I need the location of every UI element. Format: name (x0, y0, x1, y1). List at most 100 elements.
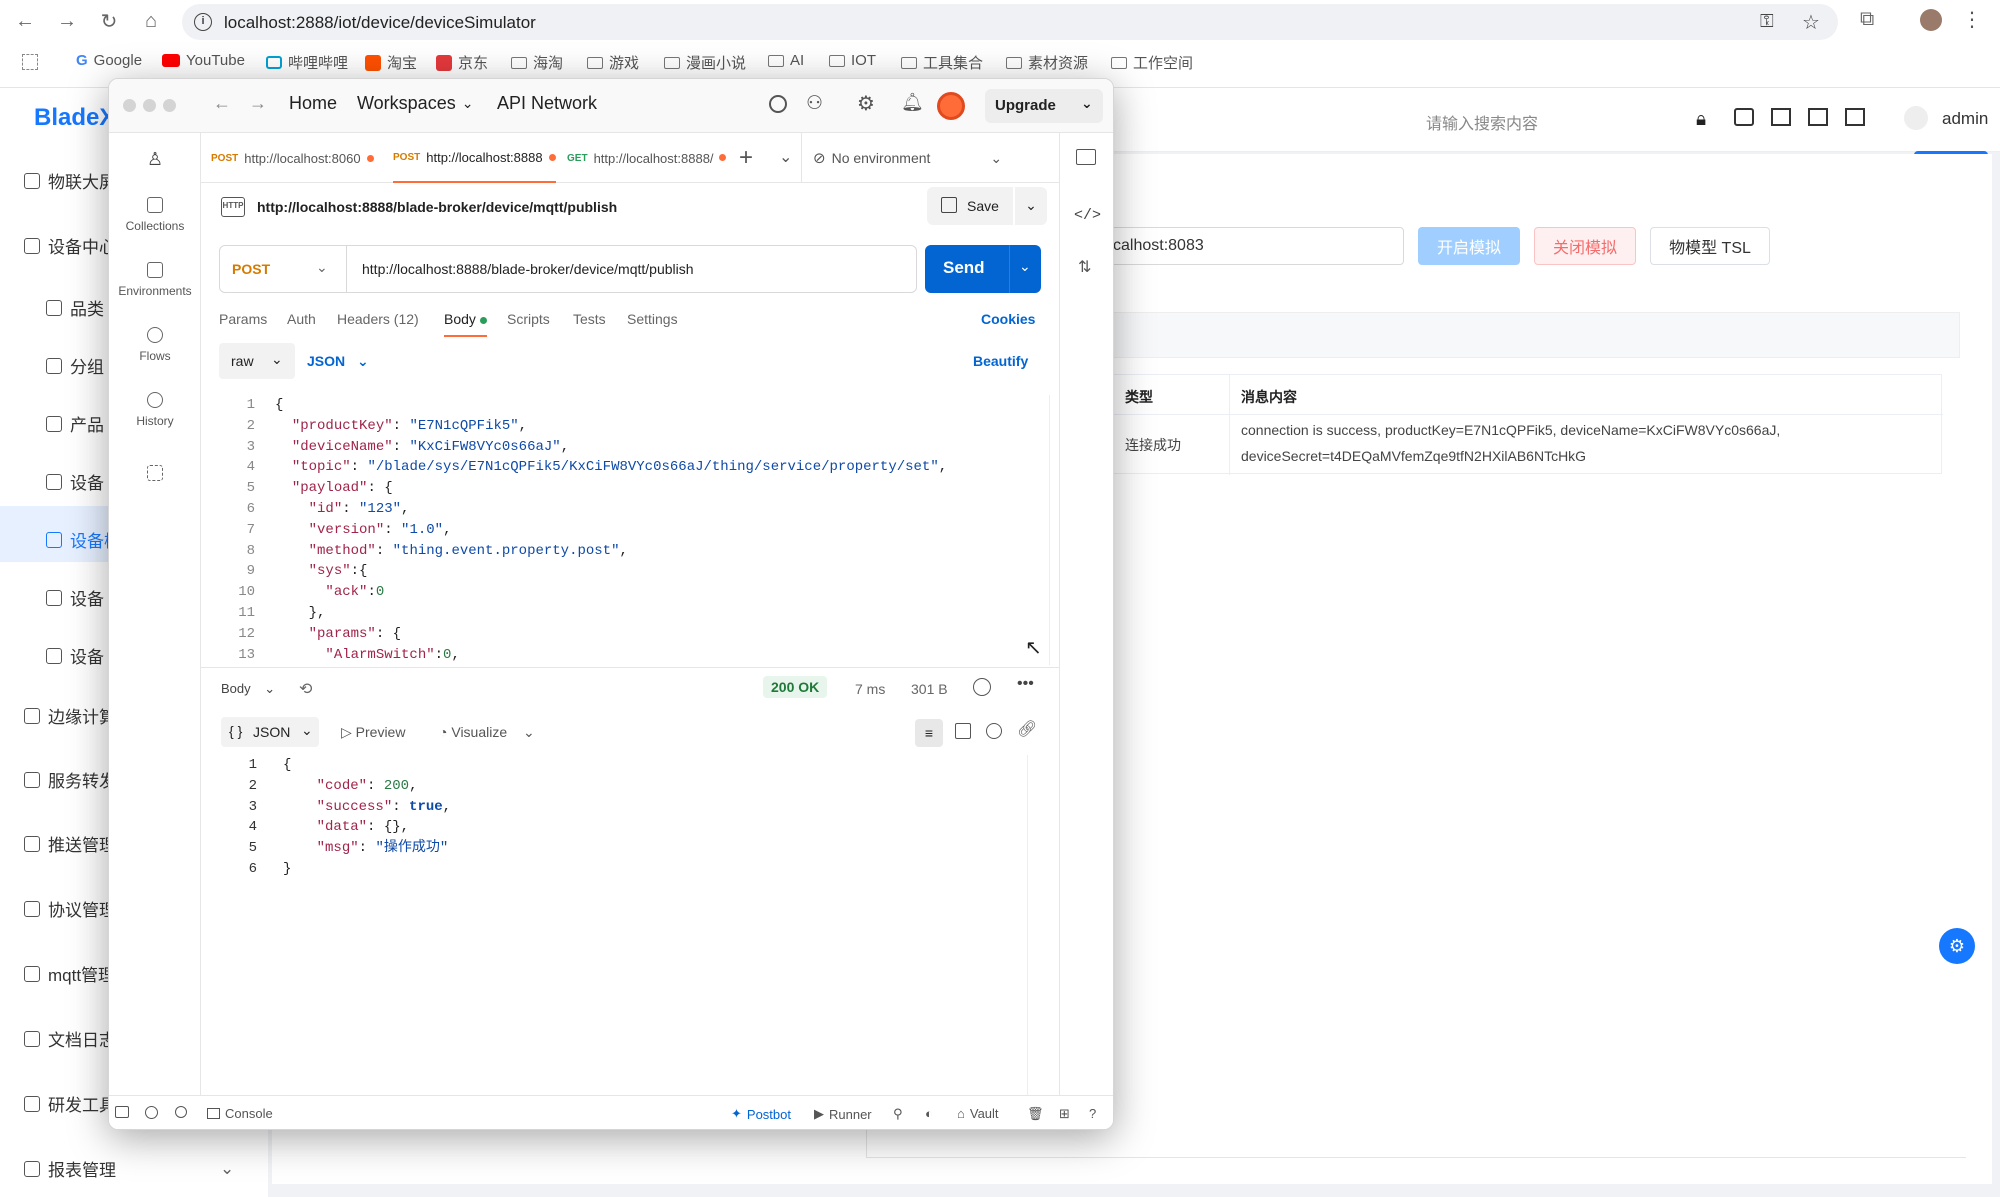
tsl-button[interactable]: 物模型 TSL (1650, 227, 1770, 265)
theme-icon[interactable] (1734, 108, 1754, 126)
sidebar-toggle-icon[interactable] (115, 1106, 129, 1118)
sidebar-item-edge[interactable]: 边缘计算 (24, 703, 116, 728)
cookie-icon[interactable]: ◐ (925, 1106, 933, 1121)
code-line[interactable]: "productKey": "E7N1cQPFik5", (275, 416, 947, 437)
code-line[interactable]: }, (275, 603, 947, 624)
request-json[interactable]: { "productKey": "E7N1cQPFik5", "deviceNa… (275, 395, 947, 665)
app-search-input[interactable]: 请输入搜索内容 (1426, 110, 1538, 134)
code-snippet-icon[interactable]: </> (1074, 207, 1101, 224)
capture-icon[interactable]: ⚲ (893, 1106, 903, 1122)
scrollbar-track[interactable] (1049, 395, 1050, 665)
more-options-icon[interactable]: ••• (1017, 675, 1034, 693)
code-line[interactable]: "version": "1.0", (275, 520, 947, 541)
sidebar-item-device[interactable]: 设备 (46, 469, 104, 494)
tab-request-1[interactable]: POST http://localhost:8060 (211, 133, 374, 183)
response-body-viewer[interactable]: 1 2 3 4 5 6 { "code": 200, "success": true, "… (213, 755, 1033, 1085)
code-line[interactable]: "code": 200, (283, 776, 451, 797)
bookmark-folder-games[interactable]: 游戏 (587, 52, 639, 73)
environment-selector[interactable]: ⊘ No environment ⌄ (813, 133, 1002, 183)
scrollbar-track[interactable] (1027, 755, 1028, 1095)
code-line[interactable]: { (275, 395, 947, 416)
bookmark-folder-tools[interactable]: 工具集合 (901, 52, 983, 73)
extensions-icon[interactable]: ⧉ (1860, 8, 1874, 31)
sidebar-item-mqtt[interactable]: mqtt管理 (24, 961, 115, 986)
new-tab-plus-icon[interactable]: + (739, 144, 753, 172)
sidebar-item-docs[interactable]: 文档日志 (24, 1026, 116, 1051)
history-button[interactable]: History (109, 392, 201, 428)
back-icon[interactable]: ← (12, 8, 38, 34)
tab-auth[interactable]: Auth (287, 311, 316, 327)
layout-icon[interactable]: ⊞ (1059, 1106, 1070, 1122)
online-status-icon[interactable] (145, 1106, 158, 1119)
translate-icon[interactable] (1771, 108, 1791, 126)
stop-simulation-button[interactable]: 关闭模拟 (1534, 227, 1636, 265)
tab-request-2[interactable]: POST http://localhost:8888 (393, 133, 556, 183)
response-size[interactable]: 301 B (911, 681, 948, 697)
bookmark-youtube[interactable]: YouTube (162, 52, 245, 69)
bookmark-folder-assets[interactable]: 素材资源 (1006, 52, 1088, 73)
code-line[interactable]: "payload": { (275, 478, 947, 499)
sidebar-item-group[interactable]: 分组 (46, 353, 104, 378)
bookmark-jd[interactable]: 京东 (436, 52, 488, 73)
sidebar-item-device-debug[interactable]: 设备 (46, 585, 104, 610)
code-line[interactable]: { (283, 755, 451, 776)
server-address-input[interactable]: calhost:8083 (1110, 227, 1404, 265)
vault-button[interactable]: ⌂ Vault (957, 1106, 999, 1121)
sidebar-item-forward[interactable]: 服务转发 (24, 767, 116, 792)
forward-icon[interactable]: → (54, 8, 80, 34)
tab-headers[interactable]: Headers (12) (337, 311, 419, 327)
user-avatar[interactable] (1904, 106, 1928, 130)
collections-button[interactable]: Collections (109, 197, 201, 233)
sidebar-item-protocol[interactable]: 协议管理 (24, 896, 116, 921)
sidebar-item-product[interactable]: 产品 (46, 411, 104, 436)
upgrade-button[interactable]: Upgrade ⌄ (985, 89, 1103, 123)
cookies-link[interactable]: Cookies (981, 311, 1035, 327)
address-bar[interactable]: i localhost:2888/iot/device/deviceSimula… (182, 4, 1838, 40)
wrap-lines-icon[interactable]: ≡ (915, 719, 943, 747)
code-line[interactable]: "topic": "/blade/sys/E7N1cQPFik5/KxCiFW8… (275, 457, 947, 478)
sidebar-item-device-center[interactable]: 设备中心 (24, 233, 116, 258)
reload-icon[interactable]: ↻ (96, 8, 122, 34)
nav-workspaces[interactable]: Workspaces ⌄ (357, 93, 473, 114)
settings-float-icon[interactable]: ⚙ (1939, 928, 1975, 964)
apps-grid-icon[interactable] (22, 54, 38, 70)
tab-scripts[interactable]: Scripts (507, 311, 550, 327)
site-info-icon[interactable]: i (194, 13, 212, 31)
response-history-icon[interactable]: ⟲ (299, 679, 312, 699)
code-line[interactable]: "id": "123", (275, 499, 947, 520)
lock-icon[interactable]: 🔒︎ (1696, 109, 1706, 131)
key-icon[interactable]: ⚿ (1760, 11, 1774, 32)
bookmark-folder-ai[interactable]: AI (768, 52, 804, 69)
tab-params[interactable]: Params (219, 311, 267, 327)
invite-user-icon[interactable]: ⚇ (806, 92, 823, 115)
help-icon[interactable]: ? (1089, 1106, 1096, 1121)
start-simulation-button[interactable]: 开启模拟 (1418, 227, 1520, 265)
search-icon[interactable] (986, 723, 1002, 739)
configure-sidebar-button[interactable] (109, 465, 201, 487)
forward-arrow-icon[interactable]: → (249, 93, 267, 114)
browser-menu-icon[interactable]: ⋮ (1962, 7, 1982, 32)
body-language-select[interactable]: JSON ⌄ (307, 353, 369, 370)
code-line[interactable]: "method": "thing.event.property.post", (275, 541, 947, 562)
bookmark-star-icon[interactable]: ☆ (1802, 10, 1820, 35)
response-format-select[interactable]: { } JSON ⌄ (221, 717, 319, 747)
settings-gear-icon[interactable]: ⚙ (857, 91, 875, 116)
request-title[interactable]: http://localhost:8888/blade-broker/devic… (257, 199, 617, 215)
home-icon[interactable]: ⌂ (138, 8, 164, 34)
window-zoom-button[interactable] (163, 99, 176, 112)
response-time[interactable]: 7 ms (855, 681, 885, 697)
method-select[interactable]: POST (232, 261, 270, 277)
bookmark-google[interactable]: G Google (76, 52, 142, 69)
globe-icon[interactable] (973, 678, 991, 696)
profile-avatar[interactable] (937, 92, 965, 120)
body-mode-select[interactable]: raw ⌄ (219, 343, 295, 379)
code-line[interactable]: "deviceName": "KxCiFW8VYc0s66aJ", (275, 437, 947, 458)
profile-avatar[interactable] (1920, 9, 1942, 31)
request-body-editor[interactable]: 1 2 3 4 5 6 7 8 9 10 11 12 13 { "productKey": "E7N1c… (213, 395, 1053, 665)
notification-bell-icon[interactable]: 🔔︎ (901, 92, 924, 113)
flows-button[interactable]: Flows (109, 327, 201, 363)
code-line[interactable]: "success": true, (283, 797, 451, 818)
search-icon[interactable] (769, 95, 787, 113)
bookmark-folder-workspace[interactable]: 工作空间 (1111, 52, 1193, 73)
send-dropdown-icon[interactable]: ⌄ (1019, 258, 1031, 275)
